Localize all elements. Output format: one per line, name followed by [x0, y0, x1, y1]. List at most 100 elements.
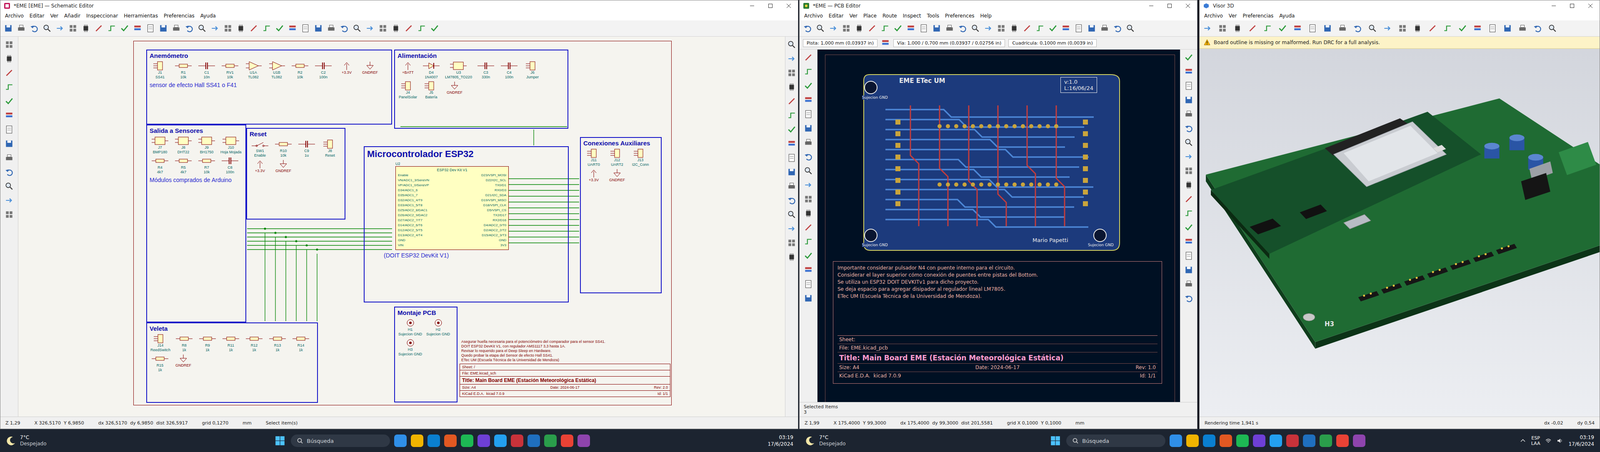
grid-icon[interactable]: [787, 68, 797, 78]
speaker-icon[interactable]: [1556, 437, 1564, 445]
component[interactable]: GNDREF: [359, 61, 381, 80]
component[interactable]: U3LM7805_TO220: [444, 61, 473, 80]
zoom-icon[interactable]: [787, 210, 797, 220]
wire-icon[interactable]: [787, 110, 797, 120]
wire-icon[interactable]: [803, 237, 813, 247]
layers-icon[interactable]: [803, 265, 813, 275]
minimize-icon[interactable]: [1544, 0, 1563, 12]
zoom-icon[interactable]: [197, 23, 207, 33]
menu-item[interactable]: Ayuda: [1276, 12, 1298, 19]
layers-icon[interactable]: [132, 23, 143, 33]
taskbar-app-icon[interactable]: [1319, 434, 1333, 448]
check-icon[interactable]: [4, 96, 14, 106]
pen-icon[interactable]: [1247, 23, 1258, 33]
component[interactable]: J7BMP180: [149, 136, 171, 155]
component[interactable]: GNDREF: [606, 168, 628, 183]
grid-icon[interactable]: [841, 23, 851, 33]
chip-icon[interactable]: [1184, 180, 1194, 190]
menu-item[interactable]: Editar: [825, 12, 847, 19]
component[interactable]: R121k: [243, 334, 265, 353]
print-icon[interactable]: [171, 23, 181, 33]
menu-item[interactable]: Tools: [923, 12, 943, 19]
minimize-icon[interactable]: [1142, 0, 1161, 12]
taskbar-app-icon[interactable]: [527, 434, 540, 448]
undo-icon[interactable]: [1112, 23, 1123, 33]
doc-icon[interactable]: [1074, 23, 1084, 33]
taskbar-app-icon[interactable]: [1252, 434, 1266, 448]
arrow-icon[interactable]: [1202, 23, 1213, 33]
schematic-canvas[interactable]: AnemómetroJ1SS41R110kC110nRV110kU1ATL082…: [18, 36, 785, 417]
wire-icon[interactable]: [1442, 23, 1453, 33]
print-icon[interactable]: [803, 137, 813, 148]
chip-icon[interactable]: [854, 23, 864, 33]
layers-icon[interactable]: [1292, 23, 1303, 33]
layers-icon[interactable]: [906, 23, 916, 33]
component[interactable]: H2Sujecion GND: [425, 318, 451, 337]
component[interactable]: C3330n: [475, 61, 497, 80]
menu-item[interactable]: Archivo: [801, 12, 826, 19]
wire-icon[interactable]: [4, 82, 14, 92]
chip-icon[interactable]: [1009, 23, 1019, 33]
menu-item[interactable]: Preferencias: [160, 12, 198, 19]
component[interactable]: R111k: [220, 334, 242, 353]
menu-item[interactable]: Ver: [846, 12, 861, 19]
component[interactable]: J13I2C_Conn: [630, 148, 651, 168]
component[interactable]: R710k: [196, 156, 218, 175]
zoom-icon[interactable]: [4, 181, 14, 191]
print-icon[interactable]: [945, 23, 955, 33]
component[interactable]: R1010k: [272, 139, 294, 158]
zoom-icon[interactable]: [42, 23, 52, 33]
check-icon[interactable]: [1277, 23, 1288, 33]
taskbar-app-icon[interactable]: [577, 434, 590, 448]
component[interactable]: J4PanelSolar: [397, 81, 419, 100]
doc-icon[interactable]: [1184, 81, 1194, 91]
taskbar-app-icon[interactable]: [1169, 434, 1183, 448]
schematic-block[interactable]: Salida a SensoresJ7BMP180J8DHT22J9BH1750…: [146, 124, 247, 323]
check-icon[interactable]: [1048, 23, 1058, 33]
arrow-icon[interactable]: [210, 23, 220, 33]
close-icon[interactable]: [1178, 0, 1198, 12]
component[interactable]: R141k: [290, 334, 312, 353]
component[interactable]: +3.3V: [249, 159, 271, 174]
grid-icon[interactable]: [4, 40, 14, 50]
save-icon[interactable]: [1322, 23, 1333, 33]
undo-icon[interactable]: [339, 23, 349, 33]
check-icon[interactable]: [787, 125, 797, 135]
component[interactable]: J12UART2: [606, 148, 628, 168]
save-icon[interactable]: [1184, 265, 1194, 275]
undo-icon[interactable]: [1352, 23, 1363, 33]
layers-icon[interactable]: [1061, 23, 1071, 33]
component[interactable]: J6Jumper: [522, 61, 543, 80]
undo-icon[interactable]: [1532, 23, 1543, 33]
taskbar-app-icon[interactable]: [510, 434, 524, 448]
taskbar-app-icon[interactable]: [1352, 434, 1366, 448]
menu-item[interactable]: Preferencias: [1239, 12, 1277, 19]
undo-icon[interactable]: [1184, 123, 1194, 133]
save-icon[interactable]: [3, 23, 13, 33]
component[interactable]: H1Sujecion GND: [397, 318, 423, 337]
component[interactable]: C110n: [196, 61, 218, 80]
search-box[interactable]: Búsqueda: [1066, 434, 1166, 448]
component[interactable]: J10Hoja Mojada: [219, 136, 243, 155]
close-icon[interactable]: [779, 0, 798, 12]
save-icon[interactable]: [158, 23, 168, 33]
component[interactable]: J8DHT22: [172, 136, 194, 155]
component[interactable]: J1SS41: [149, 61, 171, 80]
print-icon[interactable]: [326, 23, 336, 33]
component[interactable]: R210k: [289, 61, 311, 80]
grid-icon[interactable]: [1184, 166, 1194, 176]
weather-widget[interactable]: 7°CDespejado: [5, 434, 98, 448]
pen-icon[interactable]: [249, 23, 259, 33]
arrow-icon[interactable]: [1184, 152, 1194, 162]
grid-dropdown[interactable]: Cuadrícula: 0,1000 mm (0,0039 in): [1008, 39, 1097, 48]
menu-item[interactable]: Ayuda: [197, 12, 219, 19]
chip-icon[interactable]: [4, 54, 14, 64]
save-icon[interactable]: [932, 23, 942, 33]
wire-icon[interactable]: [880, 23, 890, 33]
component[interactable]: R81k: [173, 334, 195, 353]
layers-icon[interactable]: [1472, 23, 1483, 33]
save-icon[interactable]: [1184, 95, 1194, 105]
taskbar-app-icon[interactable]: [544, 434, 557, 448]
undo-icon[interactable]: [957, 23, 968, 33]
save-icon[interactable]: [787, 167, 797, 177]
